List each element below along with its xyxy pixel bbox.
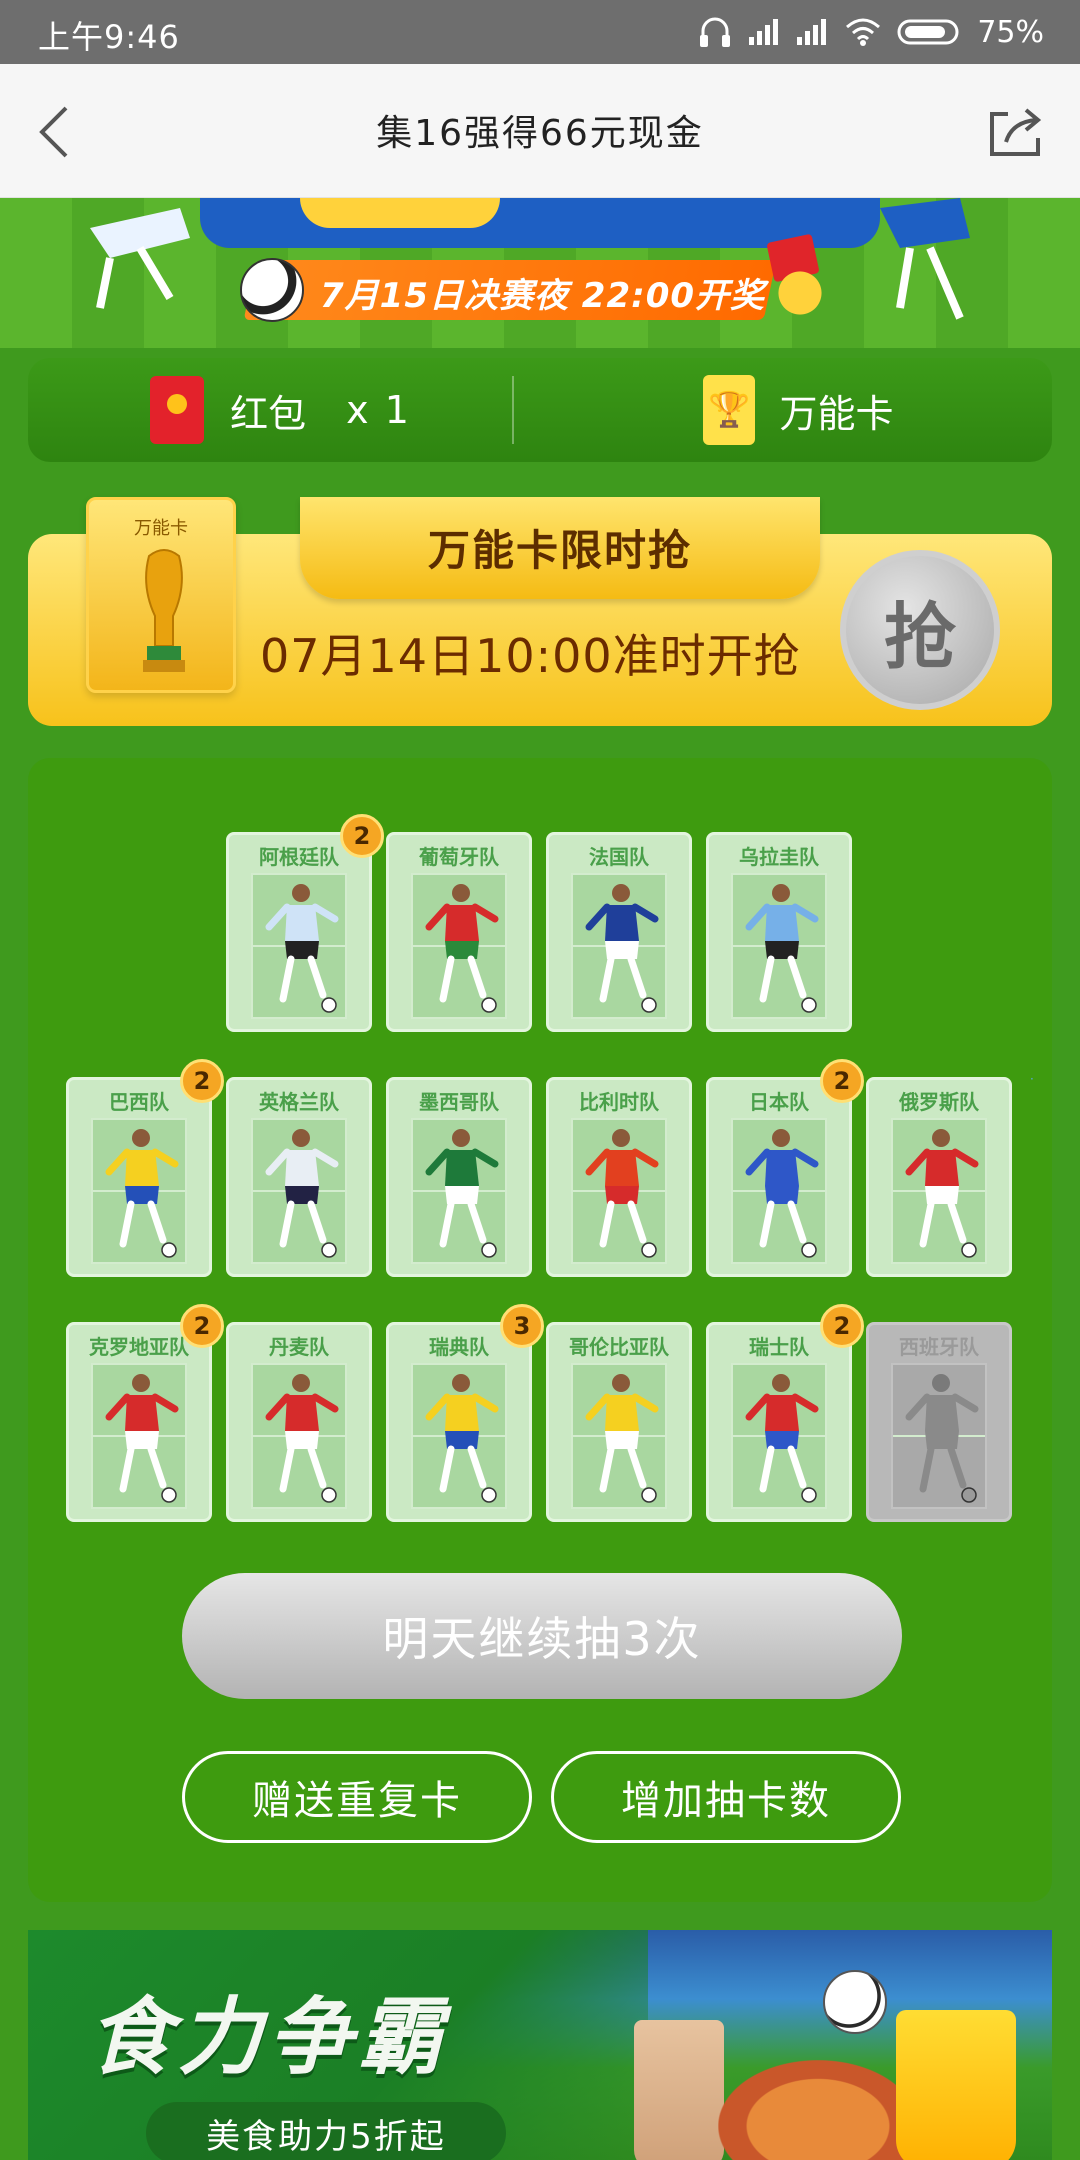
flash-sale-title: 万能卡限时抢 <box>427 526 692 575</box>
team-card[interactable]: 英格兰队 <box>226 1077 372 1277</box>
team-card-name: 俄罗斯队 <box>899 1090 979 1114</box>
nav-bar: 集16强得66元现金 <box>0 64 1080 198</box>
player-figure-icon <box>425 1374 499 1503</box>
signal-icon <box>747 17 781 47</box>
team-card-name: 比利时队 <box>579 1090 659 1114</box>
red-packet-icon <box>150 376 205 444</box>
soccer-ball-icon <box>240 258 304 322</box>
team-card[interactable]: 阿根廷队 <box>226 832 372 1032</box>
banner-title-highlight <box>300 198 500 228</box>
duplicate-count-badge: 2 <box>820 1059 864 1103</box>
juice-image <box>896 2010 1016 2160</box>
stats-bar: 红包 x 1 🏆 万能卡 <box>28 358 1052 462</box>
grab-button[interactable]: 抢 <box>840 550 1000 710</box>
wild-card-label: 万能卡 <box>779 391 894 436</box>
gift-duplicate-button[interactable]: 赠送重复卡 <box>182 1751 532 1843</box>
ribbon-text: 7月15日决赛夜 22:00开奖 <box>320 276 766 316</box>
headphones-icon <box>697 15 733 49</box>
player-figure-icon <box>425 1129 499 1258</box>
duplicate-count-badge: 3 <box>500 1304 544 1348</box>
team-card-name: 法国队 <box>589 845 649 869</box>
player-figure-icon <box>745 1129 819 1258</box>
team-card-name: 乌拉圭队 <box>739 845 819 869</box>
status-bar: 上午9:46 75% <box>0 0 1080 64</box>
team-card[interactable]: 哥伦比亚队 <box>546 1322 692 1522</box>
red-packet-count: x 1 <box>346 388 411 432</box>
player-figure-icon <box>425 884 499 1013</box>
signal-hd-icon <box>795 17 829 47</box>
wild-card-image: 万能卡 <box>86 497 236 693</box>
team-card[interactable]: 比利时队 <box>546 1077 692 1277</box>
player-figure-icon <box>745 1374 819 1503</box>
team-card-name: 丹麦队 <box>269 1335 329 1359</box>
player-figure-icon <box>265 884 339 1013</box>
duplicate-count-badge: 2 <box>820 1304 864 1348</box>
team-card[interactable]: 瑞士队 <box>706 1322 852 1522</box>
team-card-name: 葡萄牙队 <box>419 845 499 869</box>
wild-card-image-label: 万能卡 <box>134 518 188 539</box>
team-card[interactable]: 墨西哥队 <box>386 1077 532 1277</box>
team-card-name: 英格兰队 <box>259 1090 339 1114</box>
trophy-icon <box>143 549 185 672</box>
flash-sale-header: 万能卡限时抢 <box>300 497 820 599</box>
team-card-name: 西班牙队 <box>899 1335 979 1359</box>
stats-divider <box>512 376 514 444</box>
flash-sale-time: 07月14日10:00准时开抢 <box>260 629 801 683</box>
team-card[interactable]: 丹麦队 <box>226 1322 372 1522</box>
draw-button[interactable]: 明天继续抽3次 <box>182 1573 902 1699</box>
status-time: 上午9:46 <box>38 18 180 56</box>
team-card[interactable]: 西班牙队 <box>866 1322 1012 1522</box>
team-card[interactable]: 瑞典队 <box>386 1322 532 1522</box>
status-icons: 75% <box>697 12 1044 52</box>
team-card[interactable]: 法国队 <box>546 832 692 1032</box>
wifi-icon <box>843 17 883 47</box>
share-icon <box>990 108 1042 156</box>
player-figure-icon <box>745 884 819 1013</box>
player-figure-icon <box>585 1374 659 1503</box>
soccer-ball-icon <box>823 1970 887 2034</box>
add-draws-button[interactable]: 增加抽卡数 <box>551 1751 901 1843</box>
duplicate-count-badge: 2 <box>340 814 384 858</box>
battery-icon <box>897 17 963 47</box>
page-title: 集16强得66元现金 <box>376 113 704 154</box>
team-card[interactable]: 葡萄牙队 <box>386 832 532 1032</box>
player-figure-icon <box>105 1129 179 1258</box>
trophy-card-icon: 🏆 <box>703 375 756 445</box>
promo-banner[interactable]: 食力争霸 美食助力5折起 <box>28 1930 1052 2160</box>
food-image <box>718 2060 918 2160</box>
player-figure-icon <box>585 1129 659 1258</box>
player-figure-icon <box>105 1374 179 1503</box>
duplicate-count-badge: 2 <box>180 1059 224 1103</box>
player-figure-icon <box>265 1129 339 1258</box>
player-figure-icon <box>905 1129 979 1258</box>
hero-banner: 7月15日决赛夜 22:00开奖 <box>0 198 1080 348</box>
team-card[interactable]: 俄罗斯队 <box>866 1077 1012 1277</box>
team-card-name: 墨西哥队 <box>419 1090 499 1114</box>
team-card[interactable]: 克罗地亚队 <box>66 1322 212 1522</box>
milk-tea-image <box>634 2020 724 2160</box>
promo-subtitle: 美食助力5折起 <box>146 2102 506 2160</box>
duplicate-count-badge: 2 <box>180 1304 224 1348</box>
player-figure-icon <box>265 1374 339 1503</box>
team-card[interactable]: 日本队 <box>706 1077 852 1277</box>
red-packet-label: 红包 <box>230 391 307 436</box>
team-card-name: 哥伦比亚队 <box>569 1335 669 1359</box>
player-figure-icon <box>905 1374 979 1503</box>
share-button[interactable] <box>986 104 1046 160</box>
coins-icon <box>760 258 840 328</box>
side-tip: · <box>1030 1072 1034 1086</box>
wild-card-stat[interactable]: 🏆 万能卡 <box>545 358 1052 462</box>
red-packet-stat[interactable]: 红包 x 1 <box>28 358 533 462</box>
player-illustration-left <box>90 208 190 309</box>
player-illustration-right <box>880 198 970 320</box>
team-card[interactable]: 巴西队 <box>66 1077 212 1277</box>
team-card[interactable]: 乌拉圭队 <box>706 832 852 1032</box>
player-figure-icon <box>585 884 659 1013</box>
battery-percent: 75% <box>977 14 1044 50</box>
promo-title: 食力争霸 <box>88 1988 449 2086</box>
